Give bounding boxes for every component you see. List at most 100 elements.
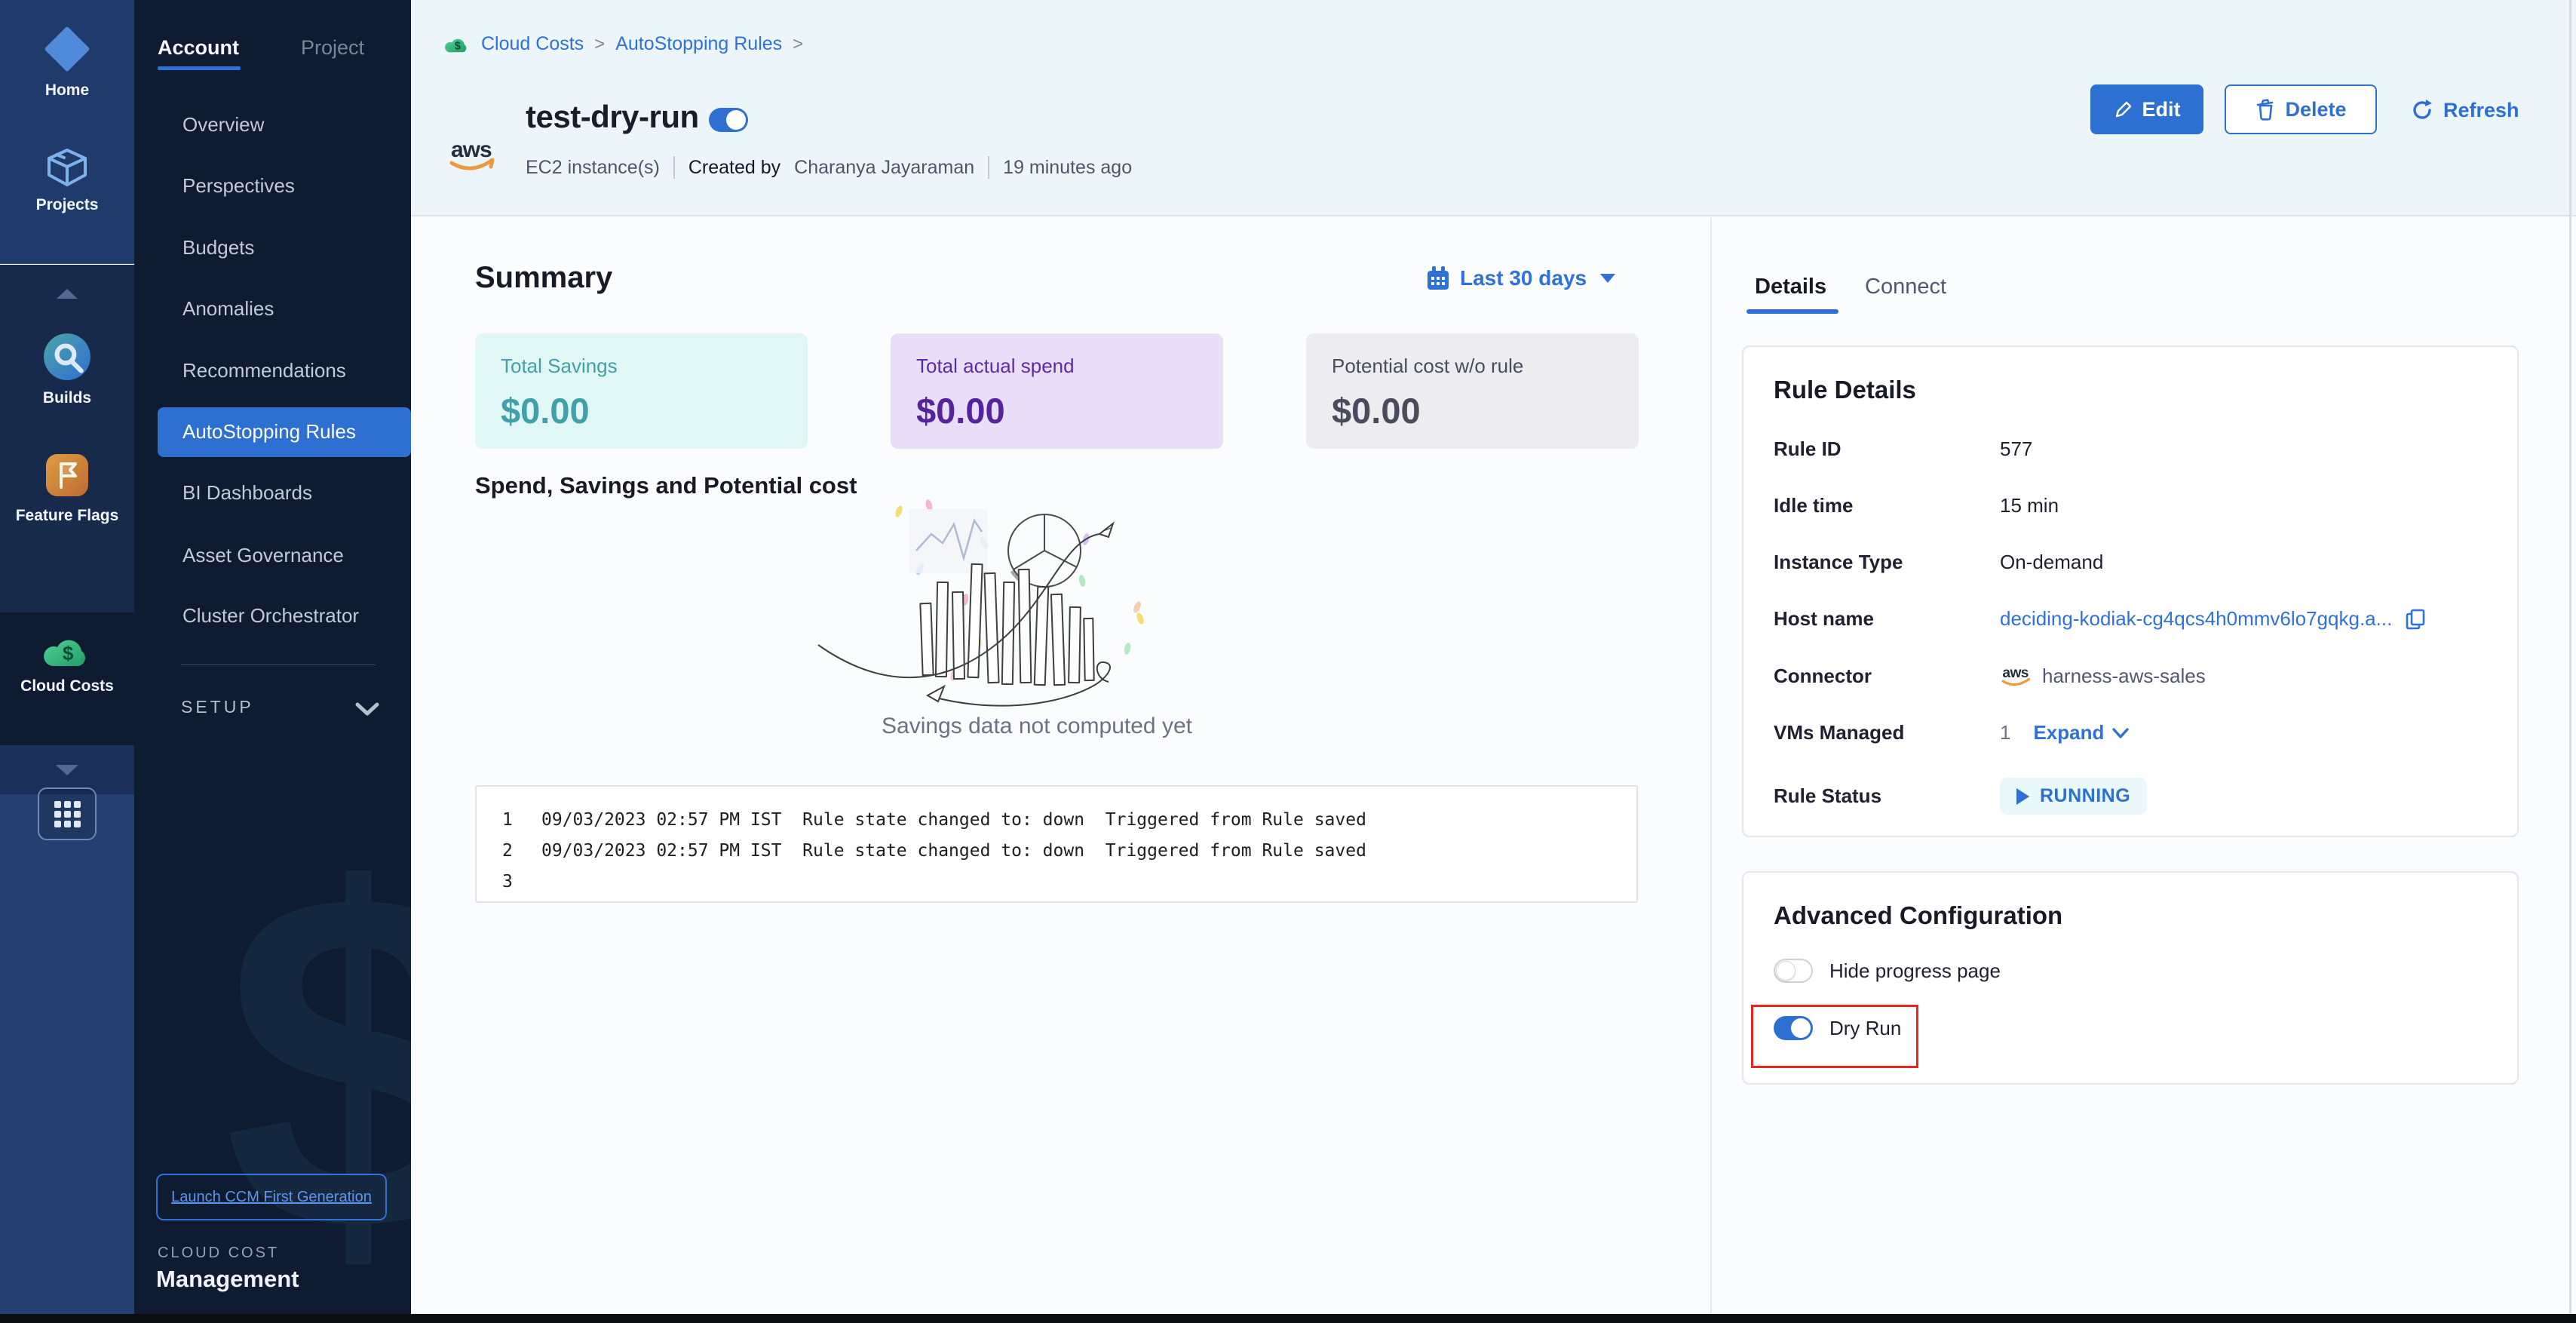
copy-icon[interactable] xyxy=(2404,608,2427,631)
chevron-down-icon xyxy=(354,701,380,717)
delete-button-label: Delete xyxy=(2285,98,2346,121)
row-label: Instance Type xyxy=(1774,551,2000,574)
sidebar-item-cloud-costs[interactable]: $ Cloud Costs xyxy=(0,612,134,745)
log-line: 3 xyxy=(502,867,1636,898)
svg-text:$: $ xyxy=(63,642,74,665)
tab-connect[interactable]: Connect xyxy=(1865,275,1946,299)
meta-divider xyxy=(673,156,675,179)
nav-item-anomalies[interactable]: Anomalies xyxy=(182,297,274,321)
total-savings-card: Total Savings $0.00 xyxy=(475,333,808,449)
breadcrumb-separator: > xyxy=(594,34,605,55)
projects-cube-icon xyxy=(44,146,90,189)
nav-item-overview[interactable]: Overview xyxy=(182,113,264,137)
created-by-value: Charanya Jayaraman xyxy=(794,157,974,179)
chevron-up-icon xyxy=(57,289,78,299)
sidebar-item-builds[interactable]: Builds xyxy=(0,332,134,407)
refresh-icon xyxy=(2410,98,2434,122)
log-line-text: 09/03/2023 02:57 PM IST Rule state chang… xyxy=(541,805,1366,836)
module-picker-button[interactable] xyxy=(38,787,97,840)
harness-logo-icon xyxy=(42,24,92,74)
caret-down-icon xyxy=(1600,274,1615,283)
toggle-knob xyxy=(726,110,746,130)
card-label: Potential cost w/o rule xyxy=(1332,355,1613,378)
summary-cards: Total Savings $0.00 Total actual spend $… xyxy=(475,333,1639,449)
log-line-number: 3 xyxy=(502,867,522,898)
hide-progress-row: Hide progress page xyxy=(1774,959,2487,983)
instance-type-row: Instance Type On-demand xyxy=(1774,551,2487,574)
nav-item-cluster-orchestrator[interactable]: Cluster Orchestrator xyxy=(182,604,359,628)
sidebar-item-label: Cloud Costs xyxy=(20,677,114,695)
breadcrumb: $ Cloud Costs > AutoStopping Rules > xyxy=(443,33,803,55)
vms-managed-row: VMs Managed 1 Expand xyxy=(1774,721,2487,744)
pencil-icon xyxy=(2114,100,2133,119)
vms-expand-link[interactable]: Expand xyxy=(2033,721,2130,744)
meta-divider xyxy=(988,156,989,179)
delete-button[interactable]: Delete xyxy=(2225,84,2377,134)
instance-kind: EC2 instance(s) xyxy=(526,157,660,179)
row-label: Idle time xyxy=(1774,494,2000,517)
breadcrumb-autostopping-rules[interactable]: AutoStopping Rules xyxy=(615,33,782,55)
feature-flags-icon xyxy=(43,451,91,499)
tab-project[interactable]: Project xyxy=(301,36,364,60)
card-value: $0.00 xyxy=(916,390,1198,431)
tab-details-underline xyxy=(1746,309,1838,314)
module-rail: Home Projects xyxy=(0,0,134,1323)
edit-button[interactable]: Edit xyxy=(2090,84,2203,134)
builds-icon xyxy=(42,332,92,382)
sidebar-item-home[interactable]: Home xyxy=(0,0,134,100)
scrollbar[interactable] xyxy=(2569,0,2571,1314)
nav-item-asset-governance[interactable]: Asset Governance xyxy=(182,544,344,567)
play-icon xyxy=(2016,788,2029,805)
edit-button-label: Edit xyxy=(2142,98,2181,121)
row-label: VMs Managed xyxy=(1774,721,2000,744)
nav-item-budgets[interactable]: Budgets xyxy=(182,236,254,259)
refresh-button[interactable]: Refresh xyxy=(2410,94,2519,127)
host-name-link[interactable]: deciding-kodiak-cg4qcs4h0mmv6lo7gqkg.a..… xyxy=(2000,607,2392,631)
app-root: Home Projects xyxy=(0,0,2576,1323)
nav-item-setup[interactable]: SETUP xyxy=(181,697,254,717)
launch-ccm-first-gen-button[interactable]: Launch CCM First Generation xyxy=(156,1174,387,1220)
grid-icon xyxy=(54,801,81,827)
nav-item-perspectives[interactable]: Perspectives xyxy=(182,174,295,198)
cloud-costs-icon: $ xyxy=(41,632,94,670)
date-range-selector[interactable]: Last 30 days xyxy=(1425,266,1615,291)
card-value: $0.00 xyxy=(501,390,782,431)
aws-connector-icon: aws xyxy=(2000,664,2033,688)
nav-item-bi-dashboards[interactable]: BI Dashboards xyxy=(182,481,312,505)
nav-item-recommendations[interactable]: Recommendations xyxy=(182,359,346,382)
idle-time-row: Idle time 15 min xyxy=(1774,494,2487,517)
empty-state-illustration xyxy=(814,498,1252,713)
status-text: RUNNING xyxy=(2040,785,2130,807)
nav-item-autostopping-rules-label: AutoStopping Rules xyxy=(182,420,356,444)
svg-text:aws: aws xyxy=(451,137,492,162)
chevron-down-icon xyxy=(56,765,78,775)
rail-bottom-section: ? HELP DASHBOARDS ⚙ ACCOUNT xyxy=(0,794,134,1323)
sidebar-item-label: Home xyxy=(45,81,89,100)
status-badge: RUNNING xyxy=(2000,778,2147,815)
rule-enabled-toggle[interactable] xyxy=(709,108,748,132)
rail-top-section: Home Projects xyxy=(0,0,134,264)
row-label: Host name xyxy=(1774,607,2000,631)
tab-account-underline xyxy=(158,66,241,70)
rail-collapse-up[interactable] xyxy=(0,265,134,299)
brand-cloud-cost: CLOUD COST xyxy=(158,1245,279,1262)
breadcrumb-cloud-costs[interactable]: Cloud Costs xyxy=(481,33,584,55)
rule-age: 19 minutes ago xyxy=(1003,157,1132,179)
toggle-knob xyxy=(1776,961,1796,981)
log-line-number: 1 xyxy=(502,805,522,836)
host-name-row: Host name deciding-kodiak-cg4qcs4h0mmv6l… xyxy=(1774,607,2487,631)
potential-cost-card: Potential cost w/o rule $0.00 xyxy=(1306,333,1639,449)
dollar-watermark: $ xyxy=(223,784,411,1323)
cloud-costs-breadcrumb-icon: $ xyxy=(443,35,471,54)
sidebar-item-projects[interactable]: Projects xyxy=(0,146,134,214)
row-value: On-demand xyxy=(2000,551,2103,574)
advanced-configuration-heading: Advanced Configuration xyxy=(1774,901,2487,930)
tab-details[interactable]: Details xyxy=(1755,275,1826,299)
aws-logo: aws xyxy=(449,136,497,173)
expand-label: Expand xyxy=(2033,721,2104,744)
row-label: Rule Status xyxy=(1774,784,2000,808)
hide-progress-toggle[interactable] xyxy=(1774,959,1813,983)
empty-state-caption: Savings data not computed yet xyxy=(475,714,1599,739)
tab-account[interactable]: Account xyxy=(158,36,239,60)
sidebar-item-feature-flags[interactable]: Feature Flags xyxy=(0,451,134,525)
